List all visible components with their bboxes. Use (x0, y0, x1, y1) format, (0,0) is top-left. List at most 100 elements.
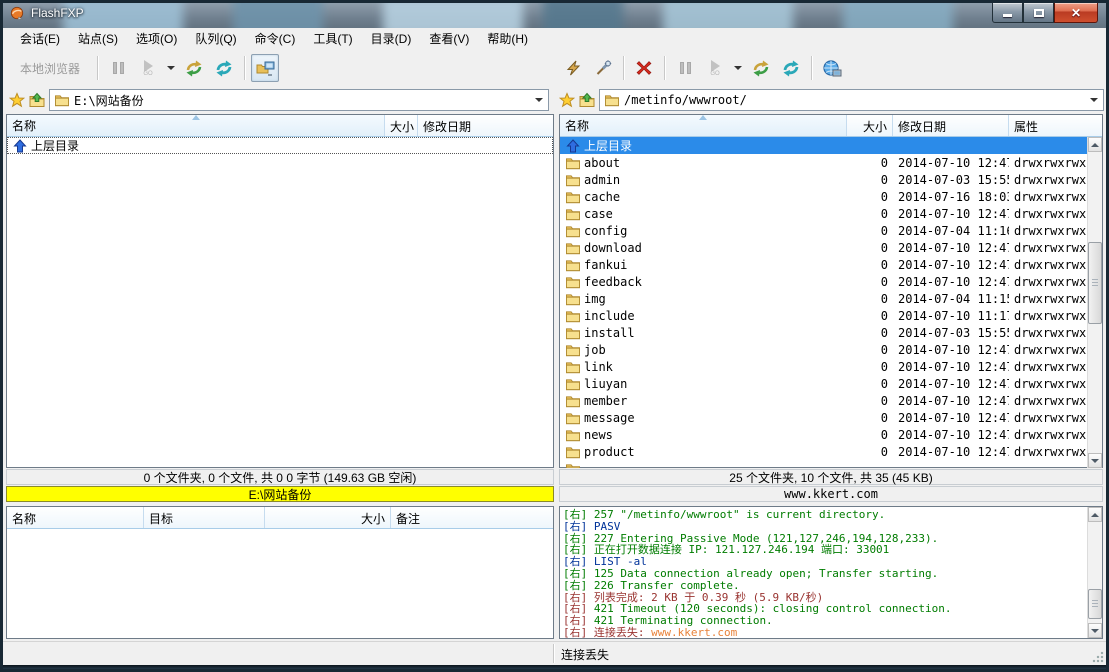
site-manager-button[interactable] (818, 54, 846, 82)
queue-go-button-remote[interactable]: GO (701, 54, 729, 82)
queue-pause-button-remote[interactable] (671, 54, 699, 82)
maximize-button[interactable] (1023, 3, 1054, 23)
resize-grip-icon[interactable] (1092, 651, 1104, 663)
menu-tools[interactable]: 工具(T) (304, 27, 361, 50)
pause-icon (680, 62, 691, 74)
local-path-combobox[interactable]: E:\网站备份 (49, 89, 549, 111)
log-line: [右] 257 "/metinfo/wwwroot" is current di… (563, 509, 1086, 521)
transfer-button-remote[interactable] (747, 54, 775, 82)
remote-file-row[interactable]: about 0 2014-07-10 12:47 drwxrwxrwx (560, 154, 1089, 171)
log-scrollbar[interactable] (1087, 507, 1102, 638)
file-attr: drwxrwxrwx (1009, 326, 1089, 340)
folder-icon (565, 411, 581, 425)
remote-file-row[interactable]: liuyan 0 2014-07-10 12:47 drwxrwxrwx (560, 375, 1089, 392)
titlebar-glass-blob (843, 3, 953, 28)
refresh-remote-button[interactable] (777, 54, 805, 82)
remote-site-label: www.kkert.com (559, 486, 1103, 502)
remote-file-row[interactable]: product 0 2014-07-10 12:47 drwxrwxrwx (560, 443, 1089, 460)
remote-file-row[interactable]: member 0 2014-07-10 12:47 drwxrwxrwx (560, 392, 1089, 409)
menu-directory[interactable]: 目录(D) (362, 27, 421, 50)
toolbar-band: 本地浏览器 GO GO (3, 50, 1106, 86)
combo-dropdown-icon[interactable] (532, 98, 546, 102)
folder-icon (565, 156, 581, 170)
remote-col-size[interactable]: 大小 (847, 115, 893, 136)
remote-scrollbar[interactable] (1087, 137, 1102, 468)
scrollbar-thumb[interactable] (1088, 242, 1102, 324)
log-text: 连接丢失: (594, 626, 651, 639)
menu-options[interactable]: 选项(O) (127, 27, 186, 50)
remote-col-name[interactable]: 名称 (560, 115, 847, 136)
scrollbar-thumb[interactable] (1088, 589, 1102, 619)
combo-dropdown-icon[interactable] (1087, 98, 1101, 102)
menu-bar: 会话(E) 站点(S) 选项(O) 队列(Q) 命令(C) 工具(T) 目录(D… (3, 28, 1106, 50)
remote-file-row[interactable]: fankui 0 2014-07-10 12:47 drwxrwxrwx (560, 256, 1089, 273)
quick-connect-button[interactable] (559, 54, 587, 82)
queue-col-target[interactable]: 目标 (144, 507, 265, 528)
up-directory-icon (12, 139, 28, 153)
remote-file-row[interactable]: cache 0 2014-07-16 18:03 drwxrwxrwx (560, 188, 1089, 205)
go-dropdown-icon[interactable] (734, 66, 742, 70)
scroll-up-icon[interactable] (1088, 507, 1102, 522)
log-link[interactable]: www.kkert.com (651, 626, 737, 639)
menu-queue[interactable]: 队列(Q) (186, 27, 245, 50)
queue-col-size[interactable]: 大小 (265, 507, 391, 528)
menu-help[interactable]: 帮助(H) (478, 27, 537, 50)
menu-view[interactable]: 查看(V) (420, 27, 478, 50)
favorites-star-icon[interactable] (559, 92, 575, 108)
go-dropdown-icon[interactable] (167, 66, 175, 70)
folder-icon (565, 207, 581, 221)
remote-path-value[interactable]: /metinfo/wwwroot/ (624, 93, 1083, 107)
queue-col-note[interactable]: 备注 (391, 507, 553, 528)
remote-file-row[interactable]: install 0 2014-07-03 15:55 drwxrwxrwx (560, 324, 1089, 341)
queue-pause-button[interactable] (104, 54, 132, 82)
reconnect-button[interactable] (589, 54, 617, 82)
title-bar[interactable]: FlashFXP ✕ (3, 3, 1106, 28)
scroll-down-icon[interactable] (1088, 623, 1102, 638)
refresh-local-button[interactable] (210, 54, 238, 82)
local-parent-dir-row[interactable]: 上层目录 (7, 137, 553, 154)
minimize-button[interactable] (992, 3, 1023, 23)
refresh-icon (781, 59, 801, 78)
queue-go-button[interactable]: GO (134, 54, 162, 82)
local-browser-button[interactable]: 本地浏览器 (9, 54, 91, 82)
remote-file-row-partial[interactable] (560, 460, 1089, 468)
remote-file-row[interactable]: job 0 2014-07-10 12:47 drwxrwxrwx (560, 341, 1089, 358)
favorites-star-icon[interactable] (9, 92, 25, 108)
menu-session[interactable]: 会话(E) (11, 27, 69, 50)
remote-col-date[interactable]: 修改日期 (893, 115, 1009, 136)
remote-file-row[interactable]: message 0 2014-07-10 12:47 drwxrwxrwx (560, 409, 1089, 426)
local-col-date[interactable]: 修改日期 (418, 115, 553, 136)
transfer-button[interactable] (180, 54, 208, 82)
remote-file-row[interactable]: news 0 2014-07-10 12:47 drwxrwxrwx (560, 426, 1089, 443)
remote-file-row[interactable]: img 0 2014-07-04 11:15 drwxrwxrwx (560, 290, 1089, 307)
folder-sync-toggle[interactable] (251, 54, 279, 82)
remote-file-row[interactable]: admin 0 2014-07-03 15:55 drwxrwxrwx (560, 171, 1089, 188)
remote-file-row[interactable]: download 0 2014-07-10 12:47 drwxrwxrwx (560, 239, 1089, 256)
folder-up-icon[interactable] (579, 92, 595, 108)
remote-file-row[interactable]: include 0 2014-07-10 11:17 drwxrwxrwx (560, 307, 1089, 324)
local-col-name[interactable]: 名称 (7, 115, 385, 136)
disconnect-button[interactable] (630, 54, 658, 82)
file-date: 2014-07-03 15:55 (893, 173, 1009, 187)
remote-path-bar: /metinfo/wwwroot/ (559, 88, 1104, 112)
remote-path-combobox[interactable]: /metinfo/wwwroot/ (599, 89, 1104, 111)
scroll-down-icon[interactable] (1088, 453, 1102, 468)
remote-file-row[interactable]: case 0 2014-07-10 12:47 drwxrwxrwx (560, 205, 1089, 222)
remote-col-attr[interactable]: 属性 (1009, 115, 1102, 136)
queue-col-name[interactable]: 名称 (7, 507, 144, 528)
remote-file-row[interactable]: config 0 2014-07-04 11:16 drwxrwxrwx (560, 222, 1089, 239)
remote-parent-dir-row[interactable]: 上层目录 (560, 137, 1089, 154)
file-date: 2014-07-10 12:47 (893, 394, 1009, 408)
menu-commands[interactable]: 命令(C) (246, 27, 305, 50)
file-attr: drwxrwxrwx (1009, 292, 1089, 306)
scroll-up-icon[interactable] (1088, 137, 1102, 152)
local-path-value[interactable]: E:\网站备份 (74, 92, 528, 109)
remote-file-row[interactable]: link 0 2014-07-10 12:47 drwxrwxrwx (560, 358, 1089, 375)
remote-file-row[interactable]: feedback 0 2014-07-10 12:47 drwxrwxrwx (560, 273, 1089, 290)
menu-sites[interactable]: 站点(S) (69, 27, 127, 50)
close-button[interactable]: ✕ (1054, 3, 1098, 23)
folder-up-icon[interactable] (29, 92, 45, 108)
file-attr: drwxrwxrwx (1009, 377, 1089, 391)
local-col-size[interactable]: 大小 (385, 115, 418, 136)
folder-icon (565, 190, 581, 204)
